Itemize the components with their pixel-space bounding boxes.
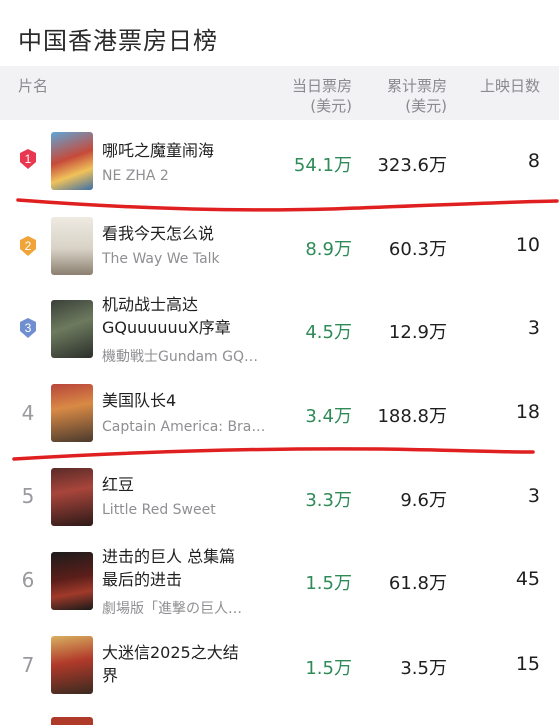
rank-number: 1 [25,152,32,166]
rank-number: 7 [21,653,35,677]
rank-silver-badge-icon: 2 [18,235,38,257]
rank-number: 4 [21,401,35,425]
movie-title-cn: 大迷信2025之大结 [102,643,239,662]
total-box-office: 3.5万 [400,658,447,679]
movie-title-cn-line2: 最后的进击 [102,570,183,589]
days-showing: 45 [515,568,540,590]
table-row[interactable]: 3 机动战士高达 GQuuuuuuX序章 機動戦士Gundam GQ… 4.5万… [0,290,559,376]
movie-title-original: 機動戦士Gundam GQ… [102,349,259,365]
today-box-office: 8.9万 [305,239,352,260]
table-row[interactable]: 5 红豆 Little Red Sweet 3.3万 9.6万 3 [0,462,559,542]
poster-image-partial [51,717,93,725]
poster-image [51,468,93,526]
column-header-days[interactable]: 上映日数 [468,76,540,96]
movie-title-en: Little Red Sweet [102,502,216,518]
table-row[interactable]: 7 大迷信2025之大结 界 1.5万 3.5万 15 [0,632,559,706]
movie-title-cn: 进击的巨人 总集篇 [102,547,236,566]
poster-image [51,132,93,190]
page-title: 中国香港票房日榜 [18,27,218,55]
rank-number: 2 [25,239,32,253]
page-header: 中国香港票房日榜 [0,0,559,66]
total-box-office: 9.6万 [400,490,447,511]
rank-number: 5 [21,484,35,508]
poster-image [51,217,93,275]
total-box-office: 61.8万 [388,573,447,594]
rank-number: 3 [25,321,32,335]
days-showing: 15 [515,653,540,675]
column-header-today-label: 当日票房 [291,77,352,95]
rank-bronze-badge-icon: 3 [18,317,38,339]
table-row[interactable]: 2 看我今天怎么说 The Way We Talk 8.9万 60.3万 10 [0,205,559,285]
column-header-today[interactable]: 当日票房 (美元) [276,76,352,116]
rank-gold-badge-icon: 1 [18,148,38,170]
days-showing: 3 [527,317,540,339]
total-box-office: 188.8万 [377,406,447,427]
total-box-office: 12.9万 [388,322,447,343]
movie-title-cn-line2: GQuuuuuuX序章 [102,318,231,337]
table-row[interactable]: 4 美国队长4 Captain America: Bra… 3.4万 188.8… [0,378,559,456]
rank-number: 6 [21,568,35,592]
table-row[interactable]: 6 进击的巨人 总集篇 最后的进击 劇場版「進撃の巨人… 1.5万 61.8万 … [0,543,559,629]
total-box-office: 323.6万 [377,155,447,176]
movie-title-cn: 哪吒之魔童闹海 [102,141,215,160]
days-showing: 10 [515,234,540,256]
column-header-today-unit: (美元) [310,97,352,115]
today-box-office: 1.5万 [305,658,352,679]
table-row[interactable]: 1 哪吒之魔童闹海 NE ZHA 2 54.1万 323.6万 8 [0,120,559,200]
today-box-office: 54.1万 [293,155,352,176]
movie-title-en: Captain America: Bra… [102,419,266,435]
poster-image [51,384,93,442]
poster-image [51,300,93,358]
poster-image [51,636,93,694]
days-showing: 8 [527,150,540,172]
movie-title-en: The Way We Talk [102,251,220,267]
today-box-office: 3.4万 [305,406,352,427]
column-header-total[interactable]: 累计票房 (美元) [365,76,447,116]
movie-title-en: NE ZHA 2 [102,168,169,184]
movie-title-cn: 红豆 [102,475,135,494]
today-box-office: 3.3万 [305,490,352,511]
movie-title-cn: 美国队长4 [102,391,177,410]
movie-title-cn: 看我今天怎么说 [102,224,215,243]
movie-title-cn-line2: 界 [102,666,119,685]
movie-title-cn: 机动战士高达 [102,295,199,314]
days-showing: 3 [527,485,540,507]
column-header-total-label: 累计票房 [386,77,447,95]
days-showing: 18 [515,401,540,423]
total-box-office: 60.3万 [388,239,447,260]
column-header-name[interactable]: 片名 [18,76,48,96]
column-header-total-unit: (美元) [405,97,447,115]
poster-image [51,552,93,610]
table-header: 片名 当日票房 (美元) 累计票房 (美元) 上映日数 [0,66,559,120]
today-box-office: 4.5万 [305,322,352,343]
today-box-office: 1.5万 [305,573,352,594]
movie-title-original: 劇場版「進撃の巨人… [102,601,242,617]
